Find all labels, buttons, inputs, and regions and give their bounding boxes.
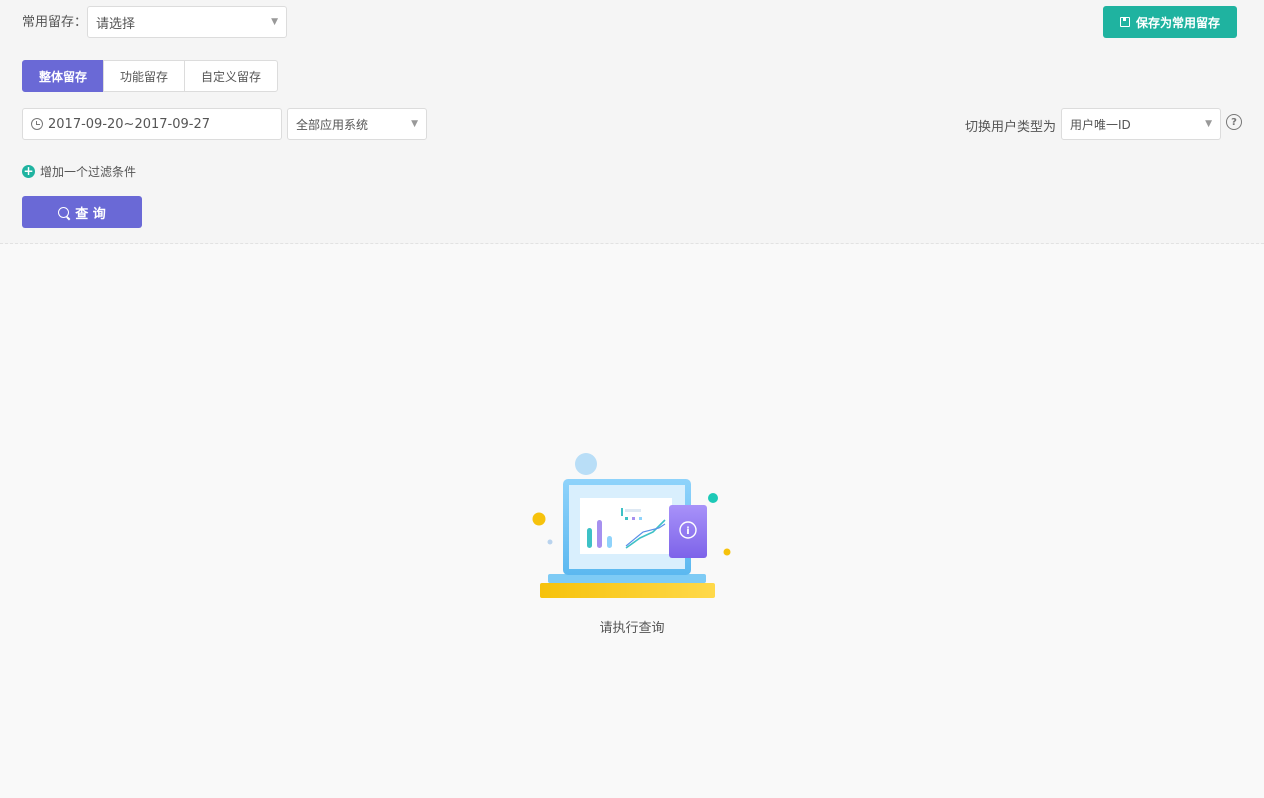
empty-state-illustration: i	[532, 453, 731, 598]
saved-retention-select-value: 请选择	[96, 16, 136, 32]
help-icon[interactable]: ?	[1226, 114, 1242, 130]
chevron-down-icon: ▼	[1205, 119, 1212, 129]
info-icon: i	[686, 526, 689, 537]
tab-custom-retention[interactable]: 自定义留存	[184, 60, 279, 92]
tab-overall-retention[interactable]: 整体留存	[22, 60, 105, 92]
clock-icon	[31, 118, 43, 130]
search-icon	[58, 206, 70, 218]
query-button[interactable]: 查 询	[22, 196, 142, 228]
save-icon	[1119, 17, 1130, 27]
app-system-select[interactable]: 全部应用系统 ▼	[287, 108, 427, 140]
saved-retention-select[interactable]: 请选择 ▼	[87, 6, 287, 38]
chevron-down-icon: ▼	[271, 17, 278, 27]
empty-state-message: 请执行查询	[599, 621, 665, 636]
user-type-label: 切换用户类型为	[965, 120, 1057, 135]
tab-feature-retention[interactable]: 功能留存	[103, 60, 186, 92]
add-filter-link[interactable]: + 增加一个过滤条件	[22, 163, 136, 180]
save-button-label: 保存为常用留存	[1135, 15, 1220, 30]
date-range-picker[interactable]: 2017-09-20~2017-09-27	[22, 108, 282, 140]
user-type-select[interactable]: 用户唯一ID ▼	[1061, 108, 1221, 140]
date-range-value: 2017-09-20~2017-09-27	[48, 116, 210, 132]
save-as-common-retention-button[interactable]: 保存为常用留存	[1103, 6, 1237, 38]
user-type-select-value: 用户唯一ID	[1070, 117, 1131, 132]
chevron-down-icon: ▼	[411, 119, 418, 129]
saved-retention-label: 常用留存：	[22, 15, 88, 30]
plus-circle-icon: +	[22, 164, 35, 178]
query-button-label: 查 询	[75, 206, 106, 222]
filter-panel: 常用留存： 请选择 ▼ 保存为常用留存 整体留存 功能留存 自定义留存 2017…	[0, 0, 1264, 244]
app-system-select-value: 全部应用系统	[296, 117, 369, 132]
retention-type-tabs: 整体留存 功能留存 自定义留存	[22, 60, 279, 92]
add-filter-label: 增加一个过滤条件	[40, 165, 137, 179]
